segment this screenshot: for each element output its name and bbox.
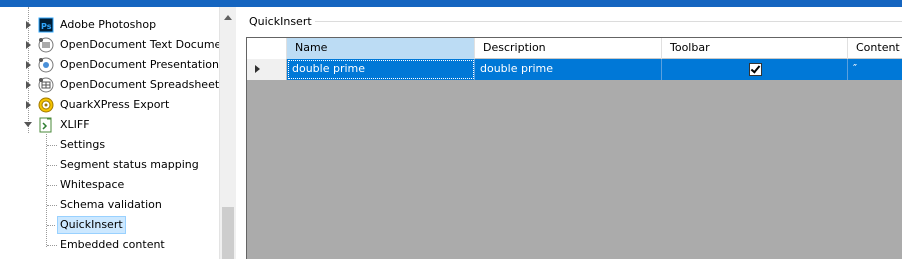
tree-item-label: QuarkXPress Export — [60, 98, 170, 111]
cell-toolbar[interactable] — [662, 59, 848, 80]
tree-item-whitespace[interactable]: Whitespace — [0, 175, 219, 195]
row-header-corner — [247, 38, 287, 59]
tree-connector — [47, 225, 55, 226]
tree-item-xliff[interactable]: XLIFF — [0, 115, 219, 135]
tree-item-quarkxpress-export[interactable]: QuarkXPress Export — [0, 95, 219, 115]
table-row[interactable]: double prime double prime ″ — [247, 59, 902, 80]
cell-description[interactable]: double prime — [475, 59, 662, 80]
tree-connector — [47, 145, 57, 146]
tree-connector — [47, 185, 57, 186]
current-row-arrow-icon — [255, 65, 260, 73]
column-header-content[interactable]: Content — [848, 38, 902, 59]
tree-item-quickinsert[interactable]: QuickInsert — [0, 215, 219, 235]
tree-item-label: Settings — [60, 138, 106, 151]
opendocument-presentation-icon — [38, 57, 54, 73]
tree-item-label: Adobe Photoshop — [60, 18, 157, 31]
opendocument-spreadsheet-icon — [38, 77, 54, 93]
tree-item-label: Whitespace — [60, 178, 125, 191]
tree-item-label: XLIFF — [60, 118, 90, 131]
column-header-name[interactable]: Name — [287, 38, 475, 59]
photoshop-icon: Ps — [38, 17, 54, 33]
group-divider — [315, 21, 902, 22]
collapse-arrow-icon[interactable] — [24, 122, 32, 127]
quarkxpress-icon — [38, 97, 54, 113]
row-header[interactable] — [247, 59, 287, 80]
tree-item-label: OpenDocument Presentation ( — [60, 58, 219, 71]
expand-arrow-icon[interactable] — [26, 81, 31, 89]
checkmark-icon — [750, 63, 761, 74]
tree-item-label: Schema validation — [60, 198, 162, 211]
grid-header: Name Description Toolbar Content — [247, 38, 902, 59]
tree-item-label: Segment status mapping — [60, 158, 199, 171]
quickinsert-grid[interactable]: Name Description Toolbar Content double … — [246, 37, 902, 259]
svg-text:Ps: Ps — [41, 22, 52, 31]
opendocument-text-icon — [38, 37, 54, 53]
window-title-bar — [0, 0, 902, 7]
tree-connector — [47, 205, 57, 206]
settings-tree[interactable]: Ps Adobe Photoshop OpenDocument Text Doc… — [0, 7, 219, 259]
tree-item-opendocument-text[interactable]: OpenDocument Text Documen — [0, 35, 219, 55]
panel-title: QuickInsert — [249, 15, 312, 28]
tree-item-label-selected: QuickInsert — [57, 216, 126, 234]
expand-arrow-icon[interactable] — [26, 41, 31, 49]
expand-arrow-icon[interactable] — [26, 21, 31, 29]
tree-item-adobe-photoshop[interactable]: Ps Adobe Photoshop — [0, 15, 219, 35]
tree-item-embedded-content[interactable]: Embedded content — [0, 235, 219, 255]
column-header-toolbar[interactable]: Toolbar — [662, 38, 848, 59]
cell-name[interactable]: double prime — [287, 59, 475, 80]
expand-arrow-icon[interactable] — [26, 61, 31, 69]
scroll-up-arrow-icon[interactable] — [224, 15, 232, 20]
tree-item-segment-status-mapping[interactable]: Segment status mapping — [0, 155, 219, 175]
tree-item-settings[interactable]: Settings — [0, 135, 219, 155]
toolbar-checkbox[interactable] — [749, 63, 762, 76]
tree-item-schema-validation[interactable]: Schema validation — [0, 195, 219, 215]
column-header-description[interactable]: Description — [475, 38, 662, 59]
tree-item-label: Embedded content — [60, 238, 165, 251]
quickinsert-panel: QuickInsert Name Description Toolbar Con… — [237, 7, 902, 259]
tree-scrollbar[interactable] — [219, 7, 236, 259]
tree-item-opendocument-presentation[interactable]: OpenDocument Presentation ( — [0, 55, 219, 75]
expand-arrow-icon[interactable] — [26, 101, 31, 109]
tree-item-label: OpenDocument Text Documen — [60, 38, 219, 51]
cell-content[interactable]: ″ — [848, 59, 902, 80]
tree-item-label: OpenDocument Spreadsheet ( — [60, 78, 219, 91]
scrollbar-thumb[interactable] — [222, 207, 234, 259]
tree-connector — [47, 245, 57, 246]
tree-connector — [47, 165, 57, 166]
tree-item-opendocument-spreadsheet[interactable]: OpenDocument Spreadsheet ( — [0, 75, 219, 95]
xliff-icon — [38, 117, 54, 133]
